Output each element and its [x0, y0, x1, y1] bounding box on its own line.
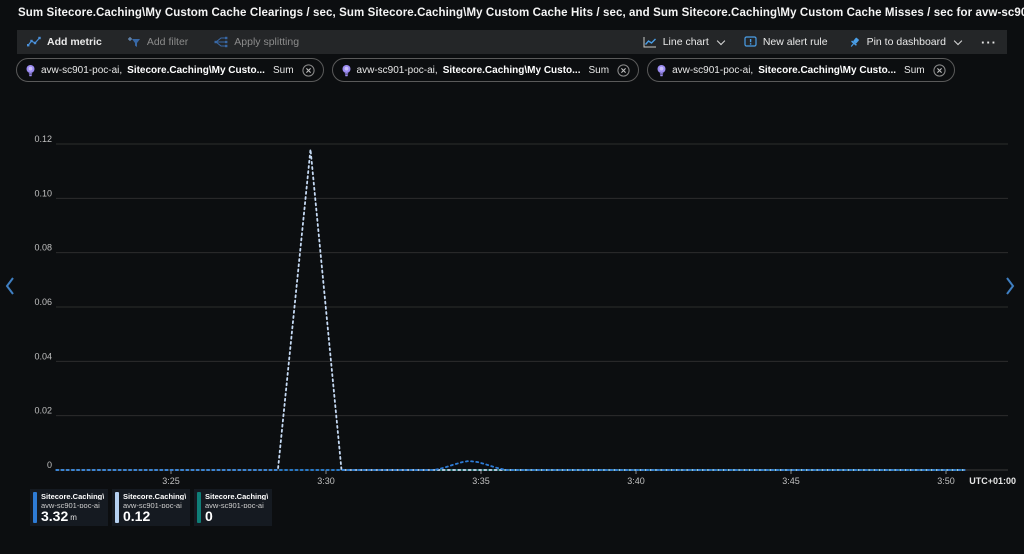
- legend-card[interactable]: Sitecore.Caching\My ... avw-sc901-poc-ai…: [30, 489, 108, 526]
- series-color-bar: [115, 492, 119, 523]
- pill-aggregation: Sum: [589, 65, 610, 76]
- timezone-label: UTC+01:00: [969, 476, 1016, 486]
- pin-icon: [848, 36, 861, 49]
- series-line: [56, 149, 964, 470]
- new-alert-rule-button[interactable]: New alert rule: [744, 36, 828, 48]
- add-filter-button[interactable]: Add filter: [128, 36, 188, 48]
- add-metric-label: Add metric: [47, 36, 102, 48]
- series-line: [56, 461, 964, 470]
- apply-splitting-label: Apply splitting: [234, 36, 299, 48]
- chart-type-dropdown[interactable]: Line chart: [643, 36, 724, 48]
- x-tick-label: 3:30: [317, 476, 335, 486]
- legend-unit: m: [70, 513, 77, 523]
- scroll-right-button[interactable]: [1004, 276, 1016, 299]
- metric-pills-row: avw-sc901-poc-ai, Sitecore.Caching\My Cus…: [16, 58, 955, 82]
- legend-resource-name: avw-sc901-poc-ai: [123, 501, 186, 509]
- series-color-bar: [197, 492, 201, 523]
- lightbulb-icon: [25, 64, 36, 77]
- legend-value: 0.12: [123, 509, 150, 523]
- legend-value: 0: [205, 509, 213, 523]
- lightbulb-icon: [341, 64, 352, 77]
- add-metric-icon: [27, 36, 41, 48]
- legend-metric-name: Sitecore.Caching\My ...: [205, 492, 268, 500]
- legend-resource-name: avw-sc901-poc-ai: [41, 501, 104, 509]
- y-tick-label: 0.04: [34, 351, 52, 361]
- y-tick-label: 0.06: [34, 297, 52, 307]
- pill-metric: Sitecore.Caching\My Custo...: [758, 65, 896, 76]
- more-options-button[interactable]: ···: [981, 35, 997, 50]
- line-chart-icon: [643, 36, 657, 48]
- y-tick-label: 0.12: [34, 134, 52, 144]
- pin-to-dashboard-dropdown[interactable]: Pin to dashboard: [848, 36, 961, 49]
- page-title: Sum Sitecore.Caching\My Custom Cache Cle…: [18, 7, 1024, 19]
- y-tick-label: 0.02: [34, 406, 52, 416]
- metrics-line-chart: 0.12 0.10 0.08 0.06 0.04 0.02 0 3:25 3:30 3:35 3:4…: [0, 0, 1024, 554]
- legend-metric-name: Sitecore.Caching\My ...: [123, 492, 186, 500]
- y-tick-label: 0: [47, 460, 52, 470]
- legend-metric-name: Sitecore.Caching\My ...: [41, 492, 104, 500]
- add-filter-label: Add filter: [147, 36, 188, 48]
- metric-pill[interactable]: avw-sc901-poc-ai, Sitecore.Caching\My Cus…: [332, 58, 640, 82]
- pill-aggregation: Sum: [904, 65, 925, 76]
- close-icon[interactable]: [933, 64, 946, 77]
- filter-icon: [128, 36, 141, 48]
- series-color-bar: [33, 492, 37, 523]
- pill-metric: Sitecore.Caching\My Custo...: [127, 65, 265, 76]
- pill-resource: avw-sc901-poc-ai,: [357, 65, 438, 76]
- pill-resource: avw-sc901-poc-ai,: [41, 65, 122, 76]
- chevron-left-icon: [4, 276, 16, 296]
- x-tick-label: 3:25: [162, 476, 180, 486]
- close-icon[interactable]: [617, 64, 630, 77]
- chart-title-bar: Sum Sitecore.Caching\My Custom Cache Cle…: [18, 7, 1024, 19]
- chevron-down-icon: [717, 36, 725, 44]
- chevron-down-icon: [954, 36, 962, 44]
- x-tick-label: 3:40: [627, 476, 645, 486]
- y-tick-label: 0.08: [34, 243, 52, 253]
- chart-type-label: Line chart: [663, 36, 709, 48]
- metric-pill[interactable]: avw-sc901-poc-ai, Sitecore.Caching\My Cus…: [647, 58, 955, 82]
- legend-resource-name: avw-sc901-poc-ai: [205, 501, 268, 509]
- legend-card[interactable]: Sitecore.Caching\My ... avw-sc901-poc-ai…: [112, 489, 190, 526]
- apply-splitting-button[interactable]: Apply splitting: [214, 36, 299, 48]
- legend-card[interactable]: Sitecore.Caching\My ... avw-sc901-poc-ai…: [194, 489, 272, 526]
- new-alert-rule-label: New alert rule: [763, 36, 828, 48]
- close-icon[interactable]: [302, 64, 315, 77]
- legend-row: Sitecore.Caching\My ... avw-sc901-poc-ai…: [30, 489, 272, 526]
- lightbulb-icon: [656, 64, 667, 77]
- x-tick-label: 3:35: [472, 476, 490, 486]
- legend-value: 3.32: [41, 509, 68, 523]
- scroll-left-button[interactable]: [4, 276, 16, 299]
- pill-aggregation: Sum: [273, 65, 294, 76]
- x-tick-label: 3:50: [937, 476, 955, 486]
- splitting-icon: [214, 36, 228, 48]
- add-metric-button[interactable]: Add metric: [27, 36, 102, 48]
- chevron-right-icon: [1004, 276, 1016, 296]
- pin-to-dashboard-label: Pin to dashboard: [867, 36, 946, 48]
- y-tick-label: 0.10: [34, 188, 52, 198]
- metric-pill[interactable]: avw-sc901-poc-ai, Sitecore.Caching\My Cus…: [16, 58, 324, 82]
- x-tick-label: 3:45: [782, 476, 800, 486]
- alert-icon: [744, 36, 757, 48]
- metrics-toolbar: Add metric Add filter Apply splitting Li…: [17, 30, 1007, 54]
- pill-resource: avw-sc901-poc-ai,: [672, 65, 753, 76]
- pill-metric: Sitecore.Caching\My Custo...: [443, 65, 581, 76]
